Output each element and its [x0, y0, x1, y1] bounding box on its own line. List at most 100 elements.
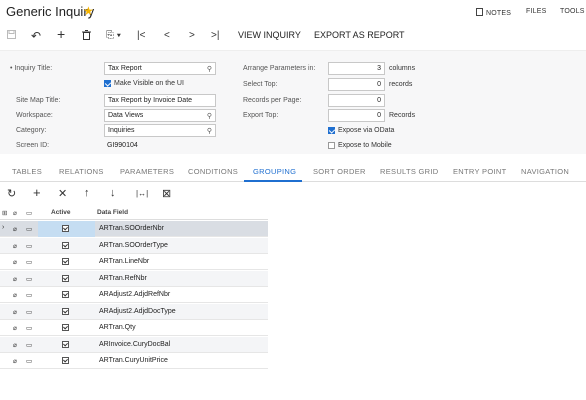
table-row[interactable]: ⌀ ▭ ARInvoice.CuryDocBal [0, 336, 268, 353]
active-cell[interactable] [38, 320, 95, 336]
row-selector-header-icon[interactable]: ⊞ [2, 209, 7, 217]
attachment-icon[interactable]: ⌀ [13, 225, 17, 233]
table-row[interactable]: ⌀ ▭ ARAdjust2.AdjdRefNbr [0, 287, 268, 303]
active-checkbox[interactable] [62, 340, 69, 348]
attachment-icon[interactable]: ⌀ [13, 341, 17, 349]
data-field-cell[interactable]: ARTran.Qty [99, 324, 136, 331]
records-per-page-field[interactable]: 0 [328, 94, 385, 107]
tab-entry-point[interactable]: ENTRY POINT [453, 167, 506, 176]
data-field-cell[interactable]: ARAdjust2.AdjdDocType [99, 308, 176, 315]
active-checkbox[interactable] [62, 357, 69, 364]
attachment-icon[interactable]: ⌀ [13, 291, 17, 299]
note-icon[interactable]: ▭ [26, 225, 32, 233]
note-icon[interactable]: ▭ [26, 258, 32, 266]
tab-conditions[interactable]: CONDITIONS [188, 167, 238, 176]
select-top-field[interactable]: 0 [328, 78, 385, 91]
note-icon[interactable]: ▭ [26, 291, 32, 299]
delete-icon[interactable] [82, 29, 91, 43]
next-record-icon[interactable]: > [189, 29, 195, 43]
attachment-icon[interactable]: ⌀ [13, 308, 17, 316]
visible-on-ui-checkbox[interactable] [104, 80, 111, 87]
site-map-title-field[interactable]: Tax Report by Invoice Date [104, 94, 216, 107]
table-row[interactable]: ⌀ ▭ ARTran.CuryUnitPrice [0, 353, 268, 369]
delete-row-icon[interactable]: ✕ [58, 187, 67, 200]
tab-relations[interactable]: RELATIONS [59, 167, 104, 176]
note-icon[interactable]: ▭ [26, 242, 32, 250]
note-icon[interactable]: ▭ [26, 324, 32, 332]
table-row[interactable]: › ⌀ ▭ ARTran.SOOrderNbr [0, 221, 268, 237]
move-down-icon[interactable]: ↓ [110, 187, 116, 199]
search-icon[interactable]: ⚲ [207, 65, 212, 73]
view-inquiry-button[interactable]: VIEW INQUIRY [238, 30, 301, 40]
note-icon[interactable]: ▭ [26, 341, 32, 349]
category-field[interactable]: Inquiries ⚲ [104, 124, 216, 137]
active-cell[interactable] [38, 304, 95, 320]
active-checkbox[interactable] [62, 274, 69, 282]
data-field-cell[interactable]: ARAdjust2.AdjdRefNbr [99, 291, 170, 298]
attachment-icon[interactable]: ⌀ [13, 242, 17, 250]
inquiry-title-field[interactable]: Tax Report ⚲ [104, 62, 216, 75]
active-checkbox[interactable] [62, 324, 69, 331]
move-up-icon[interactable]: ↑ [84, 187, 90, 199]
table-row[interactable]: ⌀ ▭ ARTran.SOOrderType [0, 237, 268, 254]
tab-results-grid[interactable]: RESULTS GRID [380, 167, 438, 176]
data-field-cell[interactable]: ARTran.SOOrderType [99, 242, 168, 249]
active-cell[interactable] [38, 271, 95, 287]
export-top-field[interactable]: 0 [328, 109, 385, 122]
first-record-icon[interactable]: |< [137, 29, 145, 43]
note-icon[interactable]: ▭ [26, 357, 32, 365]
search-icon[interactable]: ⚲ [207, 112, 212, 120]
data-field-column-header[interactable]: Data Field [97, 209, 128, 216]
active-cell[interactable] [38, 353, 95, 369]
table-row[interactable]: ⌀ ▭ ARTran.RefNbr [0, 270, 268, 287]
add-icon[interactable]: + [57, 27, 65, 41]
active-cell[interactable] [38, 254, 95, 270]
active-cell[interactable] [38, 238, 95, 254]
notes-button[interactable]: NOTES [476, 8, 511, 17]
files-button[interactable]: FILES [526, 8, 546, 15]
expose-mobile-checkbox[interactable] [328, 142, 335, 149]
attachment-icon[interactable]: ⌀ [13, 258, 17, 266]
active-column-header[interactable]: Active [51, 209, 71, 216]
last-record-icon[interactable]: >| [211, 29, 219, 43]
attachment-icon[interactable]: ⌀ [13, 275, 17, 283]
tab-navigation[interactable]: NAVIGATION [521, 167, 569, 176]
tab-tables[interactable]: TABLES [12, 167, 42, 176]
active-checkbox[interactable] [62, 291, 69, 298]
search-icon[interactable]: ⚲ [207, 127, 212, 135]
export-as-report-button[interactable]: EXPORT AS REPORT [314, 30, 405, 40]
export-to-excel-icon[interactable]: ⊠ [162, 187, 171, 200]
refresh-icon[interactable]: ↻ [7, 187, 16, 200]
undo-icon[interactable]: ↶ [31, 29, 41, 43]
save-icon[interactable] [7, 29, 16, 43]
workspace-field[interactable]: Data Views ⚲ [104, 109, 216, 122]
expose-odata-checkbox[interactable] [328, 127, 335, 134]
table-row[interactable]: ⌀ ▭ ARTran.Qty [0, 320, 268, 336]
active-cell[interactable] [38, 337, 95, 353]
data-field-cell[interactable]: ARTran.CuryUnitPrice [99, 357, 168, 364]
data-field-cell[interactable]: ARInvoice.CuryDocBal [99, 341, 170, 348]
arrange-parameters-field[interactable]: 3 [328, 62, 385, 75]
table-row[interactable]: ⌀ ▭ ARAdjust2.AdjdDocType [0, 303, 268, 320]
active-checkbox[interactable] [62, 225, 69, 232]
active-cell[interactable] [38, 221, 95, 237]
tab-sort-order[interactable]: SORT ORDER [313, 167, 366, 176]
fit-to-screen-icon[interactable]: |↔| [136, 189, 148, 198]
tools-button[interactable]: TOOLS [560, 8, 585, 15]
copy-paste-icon[interactable]: ⎘ ▾ [106, 29, 121, 43]
note-icon[interactable]: ▭ [26, 308, 32, 316]
active-checkbox[interactable] [62, 307, 69, 315]
attachment-icon[interactable]: ⌀ [13, 357, 17, 365]
data-field-cell[interactable]: ARTran.SOOrderNbr [99, 225, 164, 232]
data-field-cell[interactable]: ARTran.RefNbr [99, 275, 147, 282]
data-field-cell[interactable]: ARTran.LineNbr [99, 258, 149, 265]
table-row[interactable]: ⌀ ▭ ARTran.LineNbr [0, 254, 268, 270]
favorite-star-icon[interactable]: ★ [83, 4, 94, 18]
active-cell[interactable] [38, 287, 95, 303]
attachment-icon[interactable]: ⌀ [13, 324, 17, 332]
active-checkbox[interactable] [62, 258, 69, 265]
active-checkbox[interactable] [62, 241, 69, 249]
tab-parameters[interactable]: PARAMETERS [120, 167, 174, 176]
tab-grouping[interactable]: GROUPING [253, 167, 296, 176]
previous-record-icon[interactable]: < [164, 29, 170, 43]
